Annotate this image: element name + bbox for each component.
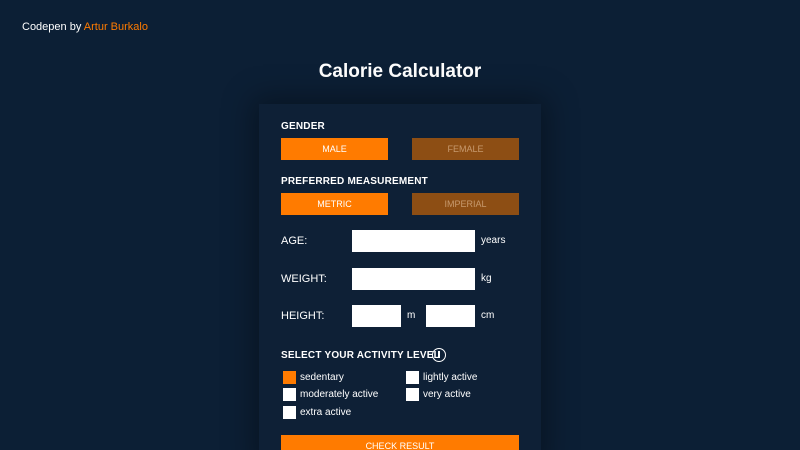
height-label: HEIGHT: <box>281 310 325 322</box>
activity-sedentary[interactable]: sedentary <box>283 371 344 384</box>
activity-very-active[interactable]: very active <box>406 388 471 401</box>
height-cm-input[interactable] <box>426 305 475 327</box>
measurement-label: PREFERRED MEASUREMENT <box>281 176 428 187</box>
sedentary-checkbox[interactable] <box>283 371 296 384</box>
metric-button[interactable]: METRIC <box>281 193 388 215</box>
height-m-input[interactable] <box>352 305 401 327</box>
gender-label: GENDER <box>281 121 325 132</box>
page-title: Calorie Calculator <box>318 61 482 82</box>
codepen-credit: Codepen by Artur Burkalo <box>22 21 148 33</box>
activity-moderately-active[interactable]: moderately active <box>283 388 378 401</box>
imperial-button[interactable]: IMPERIAL <box>412 193 519 215</box>
height-m-unit: m <box>407 310 416 321</box>
sedentary-label: sedentary <box>300 372 344 383</box>
very-active-label: very active <box>423 389 471 400</box>
very-active-checkbox[interactable] <box>406 388 419 401</box>
age-input[interactable] <box>352 230 475 252</box>
height-cm-unit: cm <box>481 310 495 321</box>
weight-unit: kg <box>481 273 492 284</box>
weight-label: WEIGHT: <box>281 273 327 285</box>
gender-female-button[interactable]: FEMALE <box>412 138 519 160</box>
weight-input[interactable] <box>352 268 475 290</box>
info-icon[interactable] <box>432 348 446 362</box>
activity-label: SELECT YOUR ACTIVITY LEVEL <box>281 350 440 361</box>
age-label: AGE: <box>281 235 308 247</box>
activity-lightly-active[interactable]: lightly active <box>406 371 477 384</box>
age-unit: years <box>481 235 506 246</box>
calculator-card: GENDER MALE FEMALE PREFERRED MEASUREMENT… <box>259 104 541 450</box>
author-link[interactable]: Artur Burkalo <box>84 21 148 33</box>
lightly-active-label: lightly active <box>423 372 478 383</box>
lightly-active-checkbox[interactable] <box>406 371 419 384</box>
extra-active-label: extra active <box>300 407 352 418</box>
page: Codepen by Artur Burkalo Calorie Calcula… <box>0 0 800 450</box>
moderately-active-checkbox[interactable] <box>283 388 296 401</box>
credit-prefix: Codepen by <box>22 21 84 33</box>
check-result-button[interactable]: CHECK RESULT <box>281 435 519 450</box>
activity-extra-active[interactable]: extra active <box>283 406 351 419</box>
moderately-active-label: moderately active <box>300 389 379 400</box>
extra-active-checkbox[interactable] <box>283 406 296 419</box>
gender-male-button[interactable]: MALE <box>281 138 388 160</box>
